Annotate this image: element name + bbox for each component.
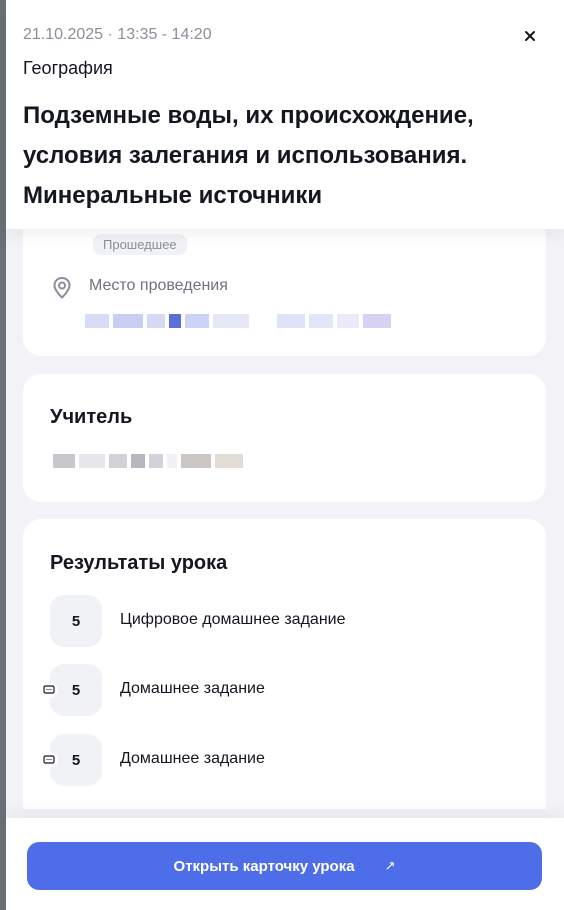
comment-icon (40, 752, 58, 768)
open-lesson-card-label: Открыть карточку урока (173, 857, 355, 875)
comment-icon (40, 682, 58, 698)
lesson-datetime: 21.10.2025 · 13:35 - 14:20 (23, 26, 212, 43)
lesson-header: 21.10.2025 · 13:35 - 14:20 География Под… (6, 0, 564, 229)
result-label: Домашнее задание (120, 750, 265, 767)
result-label: Домашнее задание (120, 680, 265, 697)
external-link-icon: ↗ (384, 858, 396, 873)
drawer-footer: Открыть карточку урока ↗ (6, 818, 564, 910)
lesson-title: Подземные воды, их происхождение, услови… (23, 102, 474, 209)
lesson-subject: География (23, 58, 113, 78)
teacher-name-blurred (53, 454, 243, 468)
open-lesson-card-button[interactable]: Открыть карточку урока ↗ (27, 842, 542, 890)
grade-badge[interactable]: 5 (50, 595, 102, 647)
place-label: Место проведения (89, 277, 228, 294)
result-item[interactable]: 5 Цифровое домашнее задание (50, 595, 530, 647)
result-item[interactable]: 5 Домашнее задание (40, 664, 530, 716)
teacher-heading: Учитель (50, 406, 133, 428)
place-address-blurred (85, 314, 391, 328)
close-button[interactable] (518, 24, 542, 48)
result-label: Цифровое домашнее задание (120, 611, 346, 628)
teacher-card: Учитель (23, 374, 546, 502)
status-badge: Прошедшее (93, 234, 187, 255)
results-card: Результаты урока 5 Цифровое домашнее зад… (23, 519, 546, 809)
result-item[interactable]: 5 Домашнее задание (40, 734, 530, 786)
close-icon (525, 31, 535, 41)
place-card: Прошедшее Место проведения (23, 214, 546, 356)
location-pin-icon (53, 276, 71, 299)
results-heading: Результаты урока (50, 552, 228, 574)
